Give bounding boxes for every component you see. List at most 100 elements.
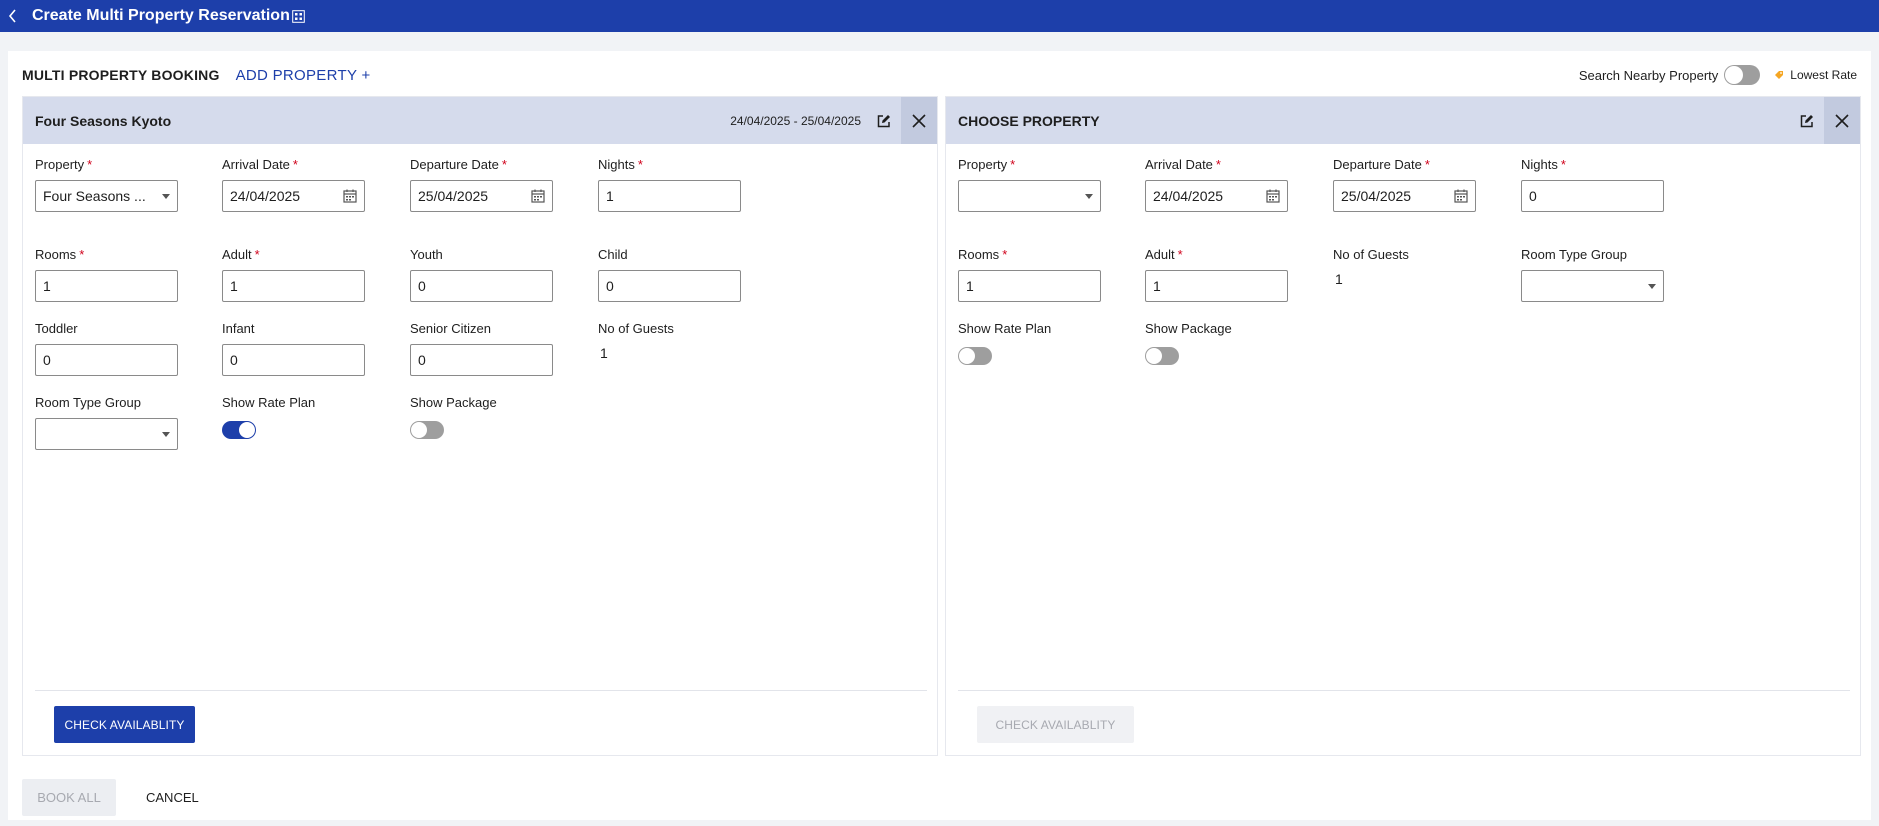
card-divider — [958, 690, 1850, 691]
header-tools: Search Nearby Property Lowest Rate — [1579, 65, 1857, 85]
arrival-date-value: 24/04/2025 — [1153, 188, 1224, 204]
rooms-input[interactable]: 1 — [958, 270, 1101, 302]
arrival-date-input[interactable]: 24/04/2025 — [1145, 180, 1288, 212]
calendar-icon[interactable] — [1266, 189, 1280, 203]
departure-date-label: Departure Date — [410, 157, 499, 172]
room-type-group-select[interactable] — [35, 418, 178, 450]
arrival-date-input[interactable]: 24/04/2025 — [222, 180, 365, 212]
calendar-icon[interactable] — [343, 189, 357, 203]
multi-property-booking-label: MULTI PROPERTY BOOKING — [22, 67, 220, 83]
toddler-value: 0 — [43, 352, 51, 368]
nights-input[interactable]: 1 — [598, 180, 741, 212]
no-of-guests-label: No of Guests — [598, 321, 674, 336]
rooms-field: Rooms * 1 — [35, 247, 178, 302]
departure-date-input[interactable]: 25/04/2025 — [1333, 180, 1476, 212]
child-field: Child 0 — [598, 247, 741, 302]
child-input[interactable]: 0 — [598, 270, 741, 302]
rooms-input[interactable]: 1 — [35, 270, 178, 302]
calendar-icon[interactable] — [1454, 189, 1468, 203]
search-nearby-toggle[interactable] — [1724, 65, 1761, 85]
add-property-button[interactable]: ADD PROPERTY + — [236, 67, 371, 84]
edit-icon[interactable] — [871, 97, 897, 144]
no-of-guests-label: No of Guests — [1333, 247, 1409, 262]
cancel-button[interactable]: CANCEL — [146, 790, 199, 805]
youth-label: Youth — [410, 247, 443, 262]
required-mark: * — [637, 157, 643, 172]
senior-citizen-label: Senior Citizen — [410, 321, 491, 336]
nights-input[interactable]: 0 — [1521, 180, 1664, 212]
departure-date-label: Departure Date — [1333, 157, 1422, 172]
property-select[interactable]: Four Seasons ... — [35, 180, 178, 212]
book-all-button[interactable]: BOOK ALL — [22, 779, 116, 816]
show-package-label: Show Package — [1145, 321, 1232, 336]
infant-input[interactable]: 0 — [222, 344, 365, 376]
arrival-date-label: Arrival Date — [222, 157, 290, 172]
nights-value: 0 — [1529, 188, 1537, 204]
guests-field: No of Guests 1 — [1333, 247, 1476, 287]
show-rate-plan-toggle[interactable] — [958, 347, 992, 365]
property-value: Four Seasons ... — [43, 188, 146, 204]
youth-value: 0 — [418, 278, 426, 294]
room-type-group-field: Room Type Group — [1521, 247, 1664, 302]
toddler-label: Toddler — [35, 321, 78, 336]
youth-input[interactable]: 0 — [410, 270, 553, 302]
adult-value: 1 — [230, 278, 238, 294]
show-rate-plan-toggle[interactable] — [222, 421, 256, 439]
chevron-down-icon — [1648, 283, 1656, 289]
bottom-actions: BOOK ALL CANCEL — [22, 779, 199, 816]
required-mark: * — [79, 247, 85, 262]
room-type-group-select[interactable] — [1521, 270, 1664, 302]
card-header: Four Seasons Kyoto 24/04/2025 - 25/04/20… — [23, 97, 937, 144]
infant-value: 0 — [230, 352, 238, 368]
adult-field: Adult * 1 — [222, 247, 365, 302]
required-mark: * — [1002, 247, 1008, 262]
show-package-toggle[interactable] — [1145, 347, 1179, 365]
senior-citizen-input[interactable]: 0 — [410, 344, 553, 376]
chevron-down-icon — [162, 193, 170, 199]
nights-field: Nights * 1 — [598, 157, 741, 212]
property-title: CHOOSE PROPERTY — [958, 112, 1100, 129]
adult-value: 1 — [1153, 278, 1161, 294]
adult-input[interactable]: 1 — [222, 270, 365, 302]
lowest-rate-label: Lowest Rate — [1790, 68, 1857, 82]
show-package-toggle[interactable] — [410, 421, 444, 439]
arrival-date-field: Arrival Date * 24/04/2025 — [1145, 157, 1288, 212]
adult-input[interactable]: 1 — [1145, 270, 1288, 302]
calendar-icon[interactable] — [531, 189, 545, 203]
youth-field: Youth 0 — [410, 247, 553, 302]
nights-label: Nights — [1521, 157, 1558, 172]
chevron-down-icon — [1085, 193, 1093, 199]
booking-header: MULTI PROPERTY BOOKING ADD PROPERTY + Se… — [22, 63, 1857, 87]
arrival-date-field: Arrival Date * 24/04/2025 — [222, 157, 365, 212]
close-icon[interactable] — [901, 97, 937, 144]
check-availability-button[interactable]: CHECK AVAILABLITY — [977, 706, 1134, 743]
infant-label: Infant — [222, 321, 255, 336]
required-mark: * — [87, 157, 93, 172]
property-label: Property — [958, 157, 1008, 172]
close-icon[interactable] — [1824, 97, 1860, 144]
child-label: Child — [598, 247, 628, 262]
property-field: Property * Four Seasons ... — [35, 157, 178, 212]
layout-grid-icon[interactable] — [292, 9, 305, 23]
adult-label: Adult — [1145, 247, 1175, 262]
arrival-date-value: 24/04/2025 — [230, 188, 301, 204]
required-mark: * — [501, 157, 507, 172]
search-nearby-label: Search Nearby Property — [1578, 67, 1719, 83]
child-value: 0 — [606, 278, 614, 294]
edit-icon[interactable] — [1794, 97, 1820, 144]
top-bar: Create Multi Property Reservation — [0, 0, 1879, 32]
no-of-guests-value: 1 — [1335, 271, 1343, 287]
check-availability-button[interactable]: CHECK AVAILABLITY — [54, 706, 195, 743]
departure-date-input[interactable]: 25/04/2025 — [410, 180, 553, 212]
show-package-field: Show Package — [1145, 321, 1288, 370]
property-select[interactable] — [958, 180, 1101, 212]
required-mark: * — [254, 247, 260, 262]
back-arrow-icon[interactable] — [0, 0, 26, 32]
room-type-group-label: Room Type Group — [1521, 247, 1627, 262]
nights-label: Nights — [598, 157, 635, 172]
toddler-input[interactable]: 0 — [35, 344, 178, 376]
senior-citizen-value: 0 — [418, 352, 426, 368]
required-mark: * — [1560, 157, 1566, 172]
stay-dates: 24/04/2025 - 25/04/2025 — [730, 113, 861, 128]
reservation-page: MULTI PROPERTY BOOKING ADD PROPERTY + Se… — [8, 51, 1871, 820]
